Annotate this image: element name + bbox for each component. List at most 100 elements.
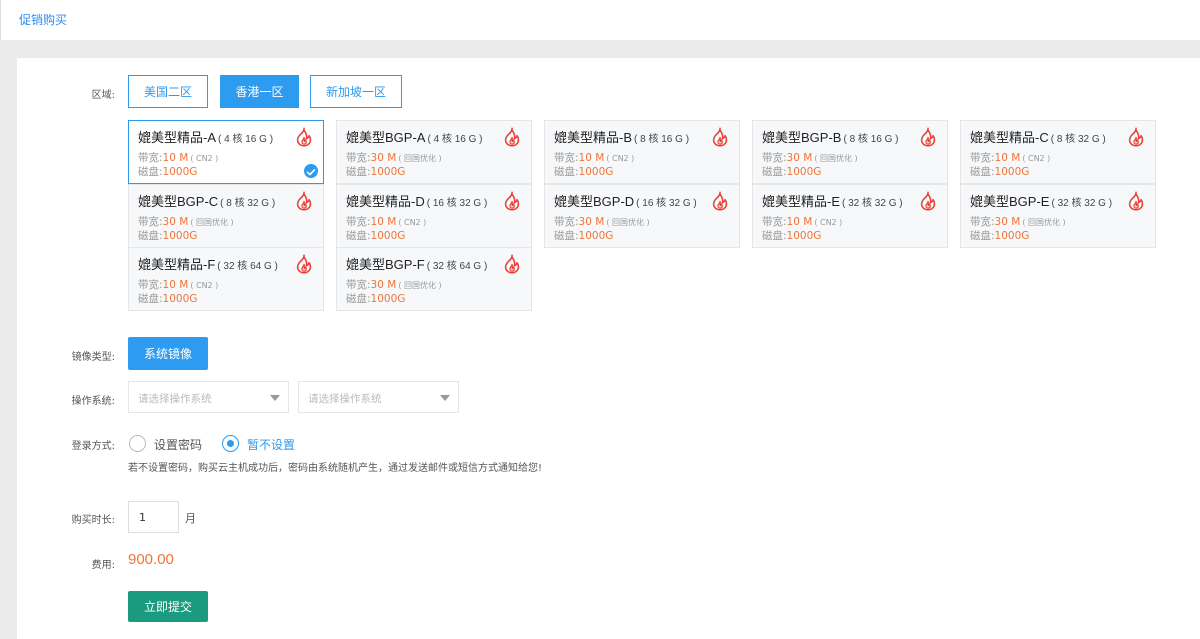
region-button-label: 香港一区 (235, 85, 284, 99)
plan-card[interactable]: 媲美型精品-A( 4 核 16 G ) 带宽:10 M( CN2 ) 磁盘:1000… (128, 120, 324, 184)
plan-bandwidth: 带宽:30 M( 回国优化 ) (554, 214, 650, 229)
check-icon (304, 164, 318, 178)
plan-spec: ( 4 核 16 G ) (427, 134, 483, 145)
plan-name: 媲美型BGP-A( 4 核 16 G ) (346, 127, 482, 146)
os-select-version[interactable]: 请选择操作系统 (298, 381, 459, 413)
disk-value: 1000G (578, 166, 614, 178)
radio-no-password[interactable] (222, 435, 239, 452)
plan-card[interactable]: 媲美型精品-B( 8 核 16 G ) 带宽:10 M( CN2 ) 磁盘:1000… (544, 120, 740, 184)
plan-card[interactable]: 媲美型BGP-E( 32 核 32 G ) 带宽:30 M( 回国优化 ) 磁盘:1… (960, 184, 1156, 248)
region-button-label: 美国二区 (143, 85, 192, 99)
bandwidth-note: ( 回国优化 ) (606, 218, 650, 227)
plan-disk: 磁盘:1000G (554, 228, 613, 243)
plan-card[interactable]: 媲美型精品-F( 32 核 64 G ) 带宽:10 M( CN2 ) 磁盘:100… (128, 247, 324, 311)
bandwidth-label: 带宽: (346, 279, 371, 291)
bandwidth-value: 30 M (162, 216, 189, 228)
disk-value: 1000G (786, 230, 822, 242)
caret-down-icon (270, 395, 280, 401)
fire-icon (917, 190, 939, 212)
plan-spec: ( 8 核 16 G ) (634, 134, 690, 145)
bandwidth-value: 30 M (578, 216, 605, 228)
plan-card[interactable]: 媲美型BGP-D( 16 核 32 G ) 带宽:30 M( 回国优化 ) 磁盘:1… (544, 184, 740, 248)
plan-disk: 磁盘:1000G (762, 228, 821, 243)
bandwidth-note: ( CN2 ) (190, 281, 219, 290)
plan-bandwidth: 带宽:30 M( 回国优化 ) (346, 277, 442, 292)
bandwidth-value: 10 M (786, 216, 813, 228)
plan-card[interactable]: 媲美型精品-E( 32 核 32 G ) 带宽:10 M( CN2 ) 磁盘:100… (752, 184, 948, 248)
fire-icon (293, 126, 315, 148)
disk-label: 磁盘: (970, 230, 995, 242)
plan-card[interactable]: 媲美型BGP-C( 8 核 32 G ) 带宽:30 M( 回国优化 ) 磁盘:10… (128, 184, 324, 248)
duration-label: 购买时长: (71, 515, 115, 526)
bandwidth-value: 10 M (994, 152, 1021, 164)
plan-title: 媲美型BGP-E (970, 194, 1050, 209)
region-button-label: 新加坡一区 (325, 85, 386, 99)
plan-card[interactable]: 媲美型BGP-B( 8 核 16 G ) 带宽:30 M( 回国优化 ) 磁盘:10… (752, 120, 948, 184)
page-title-link[interactable]: 促销购买 (19, 11, 67, 28)
submit-button[interactable]: 立即提交 (128, 591, 208, 622)
disk-label: 磁盘: (138, 230, 163, 242)
plan-spec: ( 16 核 32 G ) (426, 198, 488, 209)
fire-icon (501, 126, 523, 148)
plan-name: 媲美型精品-F( 32 核 64 G ) (138, 254, 278, 273)
bandwidth-label: 带宽: (554, 152, 579, 164)
disk-value: 1000G (578, 230, 614, 242)
plan-bandwidth: 带宽:10 M( CN2 ) (970, 150, 1050, 165)
submit-button-label: 立即提交 (143, 600, 192, 614)
bandwidth-value: 30 M (370, 279, 397, 291)
system-image-button[interactable]: 系统镜像 (128, 337, 208, 370)
fire-icon (709, 190, 731, 212)
bandwidth-label: 带宽: (138, 279, 163, 291)
radio-set-password[interactable] (129, 435, 146, 452)
fire-icon (1125, 190, 1147, 212)
plan-name: 媲美型精品-A( 4 核 16 G ) (138, 127, 273, 146)
fire-icon (917, 126, 939, 148)
plan-spec: ( 4 核 16 G ) (218, 134, 274, 145)
plan-bandwidth: 带宽:10 M( CN2 ) (554, 150, 634, 165)
login-label: 登录方式: (71, 441, 115, 452)
radio-no-password-label[interactable]: 暂不设置 (247, 436, 295, 453)
fire-icon (501, 253, 523, 275)
plan-name: 媲美型精品-C( 8 核 32 G ) (970, 127, 1106, 146)
duration-input[interactable]: 1 (128, 501, 179, 533)
region-button-us2[interactable]: 美国二区 (128, 75, 208, 108)
plan-spec: ( 8 核 16 G ) (843, 134, 899, 145)
bandwidth-note: ( CN2 ) (190, 154, 219, 163)
plan-disk: 磁盘:1000G (762, 164, 821, 179)
plan-title: 媲美型BGP-A (346, 130, 426, 145)
plan-card[interactable]: 媲美型精品-C( 8 核 32 G ) 带宽:10 M( CN2 ) 磁盘:1000… (960, 120, 1156, 184)
region-button-sg1[interactable]: 新加坡一区 (310, 75, 402, 108)
bandwidth-label: 带宽: (762, 216, 787, 228)
plan-title: 媲美型精品-B (554, 130, 633, 145)
plan-spec: ( 32 核 32 G ) (842, 198, 903, 209)
plan-title: 媲美型BGP-C (138, 194, 219, 209)
plan-disk: 磁盘:1000G (970, 164, 1029, 179)
plan-disk: 磁盘:1000G (346, 291, 405, 306)
plan-title: 媲美型精品-D (346, 194, 425, 209)
plan-spec: ( 8 核 32 G ) (1050, 134, 1106, 145)
region-button-hk1[interactable]: 香港一区 (220, 75, 299, 108)
disk-label: 磁盘: (138, 293, 163, 305)
bandwidth-note: ( 回国优化 ) (398, 281, 442, 290)
cost-value: 900.00 (128, 551, 174, 568)
bandwidth-label: 带宽: (970, 152, 995, 164)
plan-card[interactable]: 媲美型精品-D( 16 核 32 G ) 带宽:10 M( CN2 ) 磁盘:100… (336, 184, 532, 248)
bandwidth-note: ( 回国优化 ) (814, 154, 858, 163)
plan-title: 媲美型BGP-D (554, 194, 635, 209)
bandwidth-note: ( 回国优化 ) (190, 218, 234, 227)
plan-card[interactable]: 媲美型BGP-F( 32 核 64 G ) 带宽:30 M( 回国优化 ) 磁盘:1… (336, 247, 532, 311)
disk-label: 磁盘: (762, 230, 787, 242)
plan-spec: ( 32 核 32 G ) (1051, 198, 1113, 209)
top-bar: 促销购买 (0, 0, 1200, 40)
plan-spec: ( 16 核 32 G ) (636, 198, 697, 209)
os-select-type[interactable]: 请选择操作系统 (128, 381, 289, 413)
plan-card[interactable]: 媲美型BGP-A( 4 核 16 G ) 带宽:30 M( 回国优化 ) 磁盘:10… (336, 120, 532, 184)
plan-bandwidth: 带宽:30 M( 回国优化 ) (138, 214, 234, 229)
bandwidth-value: 30 M (786, 152, 813, 164)
plan-name: 媲美型BGP-D( 16 核 32 G ) (554, 191, 697, 210)
radio-set-password-label[interactable]: 设置密码 (154, 436, 202, 453)
plan-bandwidth: 带宽:30 M( 回国优化 ) (970, 214, 1066, 229)
plan-name: 媲美型BGP-C( 8 核 32 G ) (138, 191, 275, 210)
plan-disk: 磁盘:1000G (346, 164, 405, 179)
bandwidth-label: 带宽: (554, 216, 579, 228)
